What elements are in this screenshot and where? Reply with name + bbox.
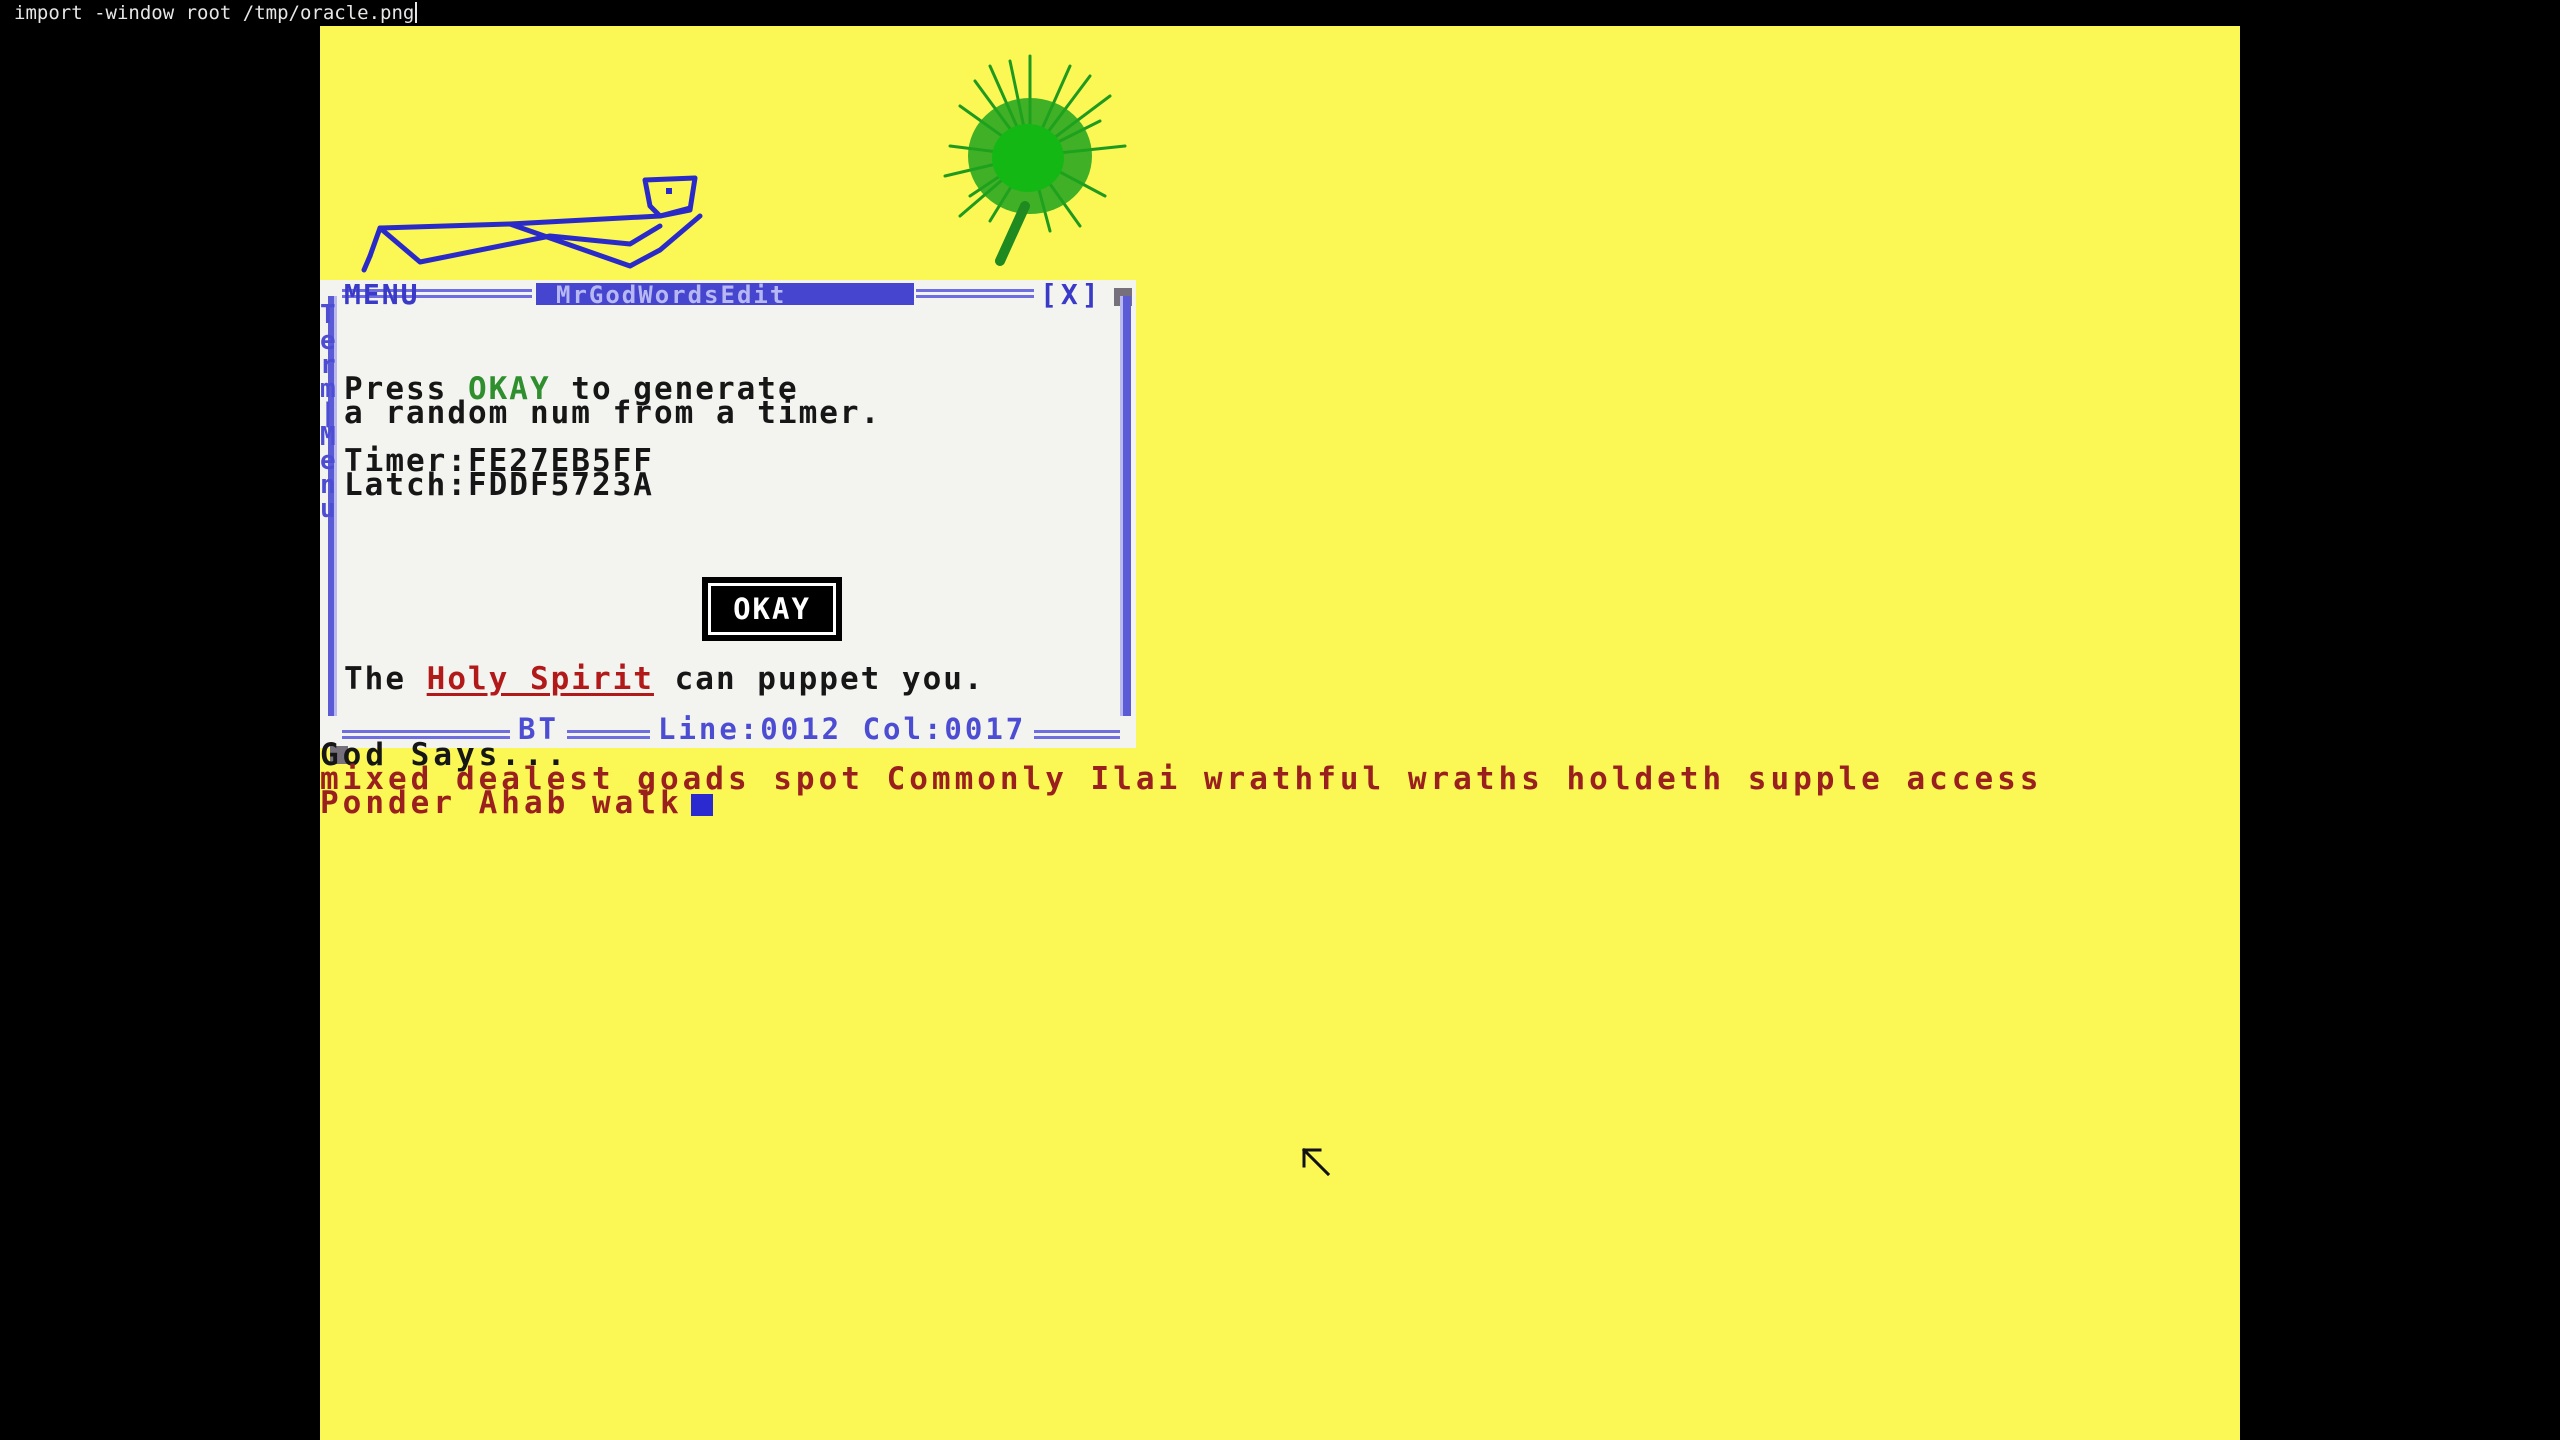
title-border-right	[916, 289, 1034, 298]
okay-button[interactable]: OKAY	[702, 577, 842, 641]
cursor-position: Line:0012 Col:0017	[650, 712, 1035, 746]
close-button[interactable]: [X]	[1040, 278, 1103, 311]
instruction-line-2: a random num from a timer.	[344, 395, 882, 431]
window-frame-right[interactable]	[1120, 296, 1131, 716]
window-title: MrGodWordsEdit	[556, 281, 787, 309]
window-title-tab[interactable]: MrGodWordsEdit	[536, 281, 914, 309]
prompt-text: Ponder Ahab walk	[320, 785, 683, 821]
command-prompt[interactable]: Ponder Ahab walk	[320, 788, 713, 819]
holy-spirit-link[interactable]: Holy Spirit	[427, 661, 654, 697]
okay-button-label: OKAY	[708, 583, 836, 635]
palm-tree-icon	[943, 54, 1127, 266]
terminal-cursor	[415, 2, 418, 23]
mouse-pointer-icon	[1301, 1147, 1331, 1177]
menu-button[interactable]: MENU	[344, 278, 419, 311]
terminal-command-line: import -window root /tmp/oracle.png	[14, 0, 418, 26]
emulator-screen[interactable]: MENU MrGodWordsEdit [X] T e r m | M e n …	[320, 26, 2240, 1440]
text-cursor	[690, 794, 713, 816]
holy-spirit-line: The Holy Spirit can puppet you.	[344, 661, 985, 697]
popup-window: MENU MrGodWordsEdit [X] T e r m | M e n …	[320, 278, 1136, 764]
side-letter: T	[320, 300, 336, 330]
latch-value: Latch:FDDF5723A	[344, 467, 654, 503]
stick-figure-icon	[361, 175, 703, 273]
side-letter: u	[320, 494, 336, 524]
terminal-command: import -window root /tmp/oracle.png	[14, 2, 415, 24]
